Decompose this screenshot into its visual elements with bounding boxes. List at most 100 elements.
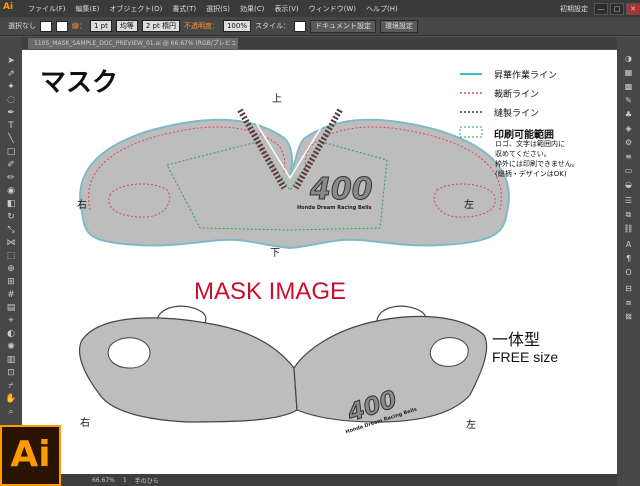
shape-builder-tool-icon[interactable]: ⊕ [4,263,18,275]
menu-view[interactable]: 表示(V) [269,4,303,14]
menu-window[interactable]: ウィンドウ(W) [304,4,361,14]
selection-status: 選択なし [8,22,36,30]
control-bar: 選択なし 線： 1 pt 均等 2 pt 楕円 不透明度： 100% スタイル：… [0,17,640,36]
preview-label-left-side: 左 [466,420,476,431]
graph-tool-icon[interactable]: ▥ [4,354,18,366]
stroke-panel-icon[interactable]: ≡ [621,151,636,163]
label-top: 上 [272,94,282,105]
width-tool-icon[interactable]: ⋈ [4,237,18,249]
menu-bar: Ai ファイル(F) 編集(E) オブジェクト(O) 書式(T) 選択(S) 効… [0,0,640,17]
pathfinder-panel-icon[interactable]: ⧈ [621,297,636,309]
illustrator-badge: Ai [0,425,61,486]
app-logo: Ai [3,2,14,12]
appearance-panel-icon[interactable]: ⚙ [621,137,636,149]
blend-tool-icon[interactable]: ◐ [4,328,18,340]
legend-label-sew: 縫製ライン [494,109,540,119]
menu-edit[interactable]: 編集(E) [71,4,105,14]
menu-file[interactable]: ファイル(F) [23,4,71,14]
mesh-tool-icon[interactable]: # [4,289,18,301]
graphic-styles-icon[interactable]: ◈ [621,123,636,135]
zoom-tool-icon[interactable]: ⌕ [4,406,18,418]
mask-preview-right-earhole [429,337,469,367]
workspace-switcher[interactable]: 初期設定 [560,4,588,14]
pen-tool-icon[interactable]: ✒ [4,107,18,119]
style-swatch[interactable] [293,20,306,32]
mask-preview-left-earhole [107,337,151,369]
lasso-tool-icon[interactable]: ◌ [4,94,18,106]
line-tool-icon[interactable]: ╲ [4,133,18,145]
page-readout[interactable]: 1 [123,477,127,484]
logo-number-flat: 400 [310,172,374,208]
artboards-panel-icon[interactable]: ⧉ [621,209,636,221]
mask-image-title: MASK IMAGE [194,278,347,305]
character-panel-icon[interactable]: A [621,239,636,251]
selection-tool-icon[interactable]: ➤ [4,55,18,67]
menu-select[interactable]: 選択(S) [201,4,235,14]
close-button[interactable]: ✕ [626,2,640,15]
menu-help[interactable]: ヘルプ(H) [361,4,403,14]
direct-selection-tool-icon[interactable]: ⇗ [4,68,18,80]
opentype-panel-icon[interactable]: O [621,267,636,279]
free-transform-tool-icon[interactable]: ⬚ [4,250,18,262]
legend-label-cut: 裁断ライン [494,90,540,100]
menu-effect[interactable]: 効果(C) [235,4,269,14]
artboard-tool-icon[interactable]: ⊡ [4,367,18,379]
preview-label-right-side: 右 [80,418,90,429]
document-settings-button[interactable]: ドキュメント設定 [309,19,376,33]
gradient-tool-icon[interactable]: ▤ [4,302,18,314]
artwork-title: マスク [40,68,119,98]
legend-box-printable [459,126,483,138]
opacity-label[interactable]: 不透明度： [184,21,219,31]
layers-panel-icon[interactable]: ☰ [621,195,636,207]
pencil-tool-icon[interactable]: ✏ [4,172,18,184]
paragraph-panel-icon[interactable]: ¶ [621,253,636,265]
label-bottom: 下 [270,248,280,259]
transparency-panel-icon[interactable]: ◒ [621,179,636,191]
color-panel-icon[interactable]: ◑ [621,53,636,65]
opacity-field[interactable]: 100% [222,20,251,32]
note-line-1: ロゴ、文字は範囲内に [495,140,565,148]
stroke-swatch[interactable] [56,20,68,32]
artboard-canvas[interactable]: マスク 上 下 右 左 昇華作業ライン 裁断ライン 縫製ライン 印刷可能範囲 ロ… [22,50,617,474]
blob-brush-tool-icon[interactable]: ◉ [4,185,18,197]
minimize-button[interactable]: — [594,2,608,15]
status-bar: 66.67% 1 手のひら [22,474,617,486]
stroke-label[interactable]: 線： [72,21,86,31]
brushes-panel-icon[interactable]: ✎ [621,95,636,107]
transform-panel-icon[interactable]: ⊠ [621,311,636,323]
current-tool-readout: 手のひら [134,477,159,485]
brush-dropdown[interactable]: 2 pt 楕円 [141,20,180,32]
eraser-tool-icon[interactable]: ◧ [4,198,18,210]
stroke-profile-dropdown[interactable]: 均等 [115,20,138,32]
perspective-grid-tool-icon[interactable]: ⊞ [4,276,18,288]
symbols-panel-icon[interactable]: ♣ [621,109,636,121]
gradient-panel-icon[interactable]: ▭ [621,165,636,177]
align-panel-icon[interactable]: ⊟ [621,283,636,295]
color-guide-icon[interactable]: ▦ [621,67,636,79]
menu-type[interactable]: 書式(T) [167,4,201,14]
rectangle-tool-icon[interactable]: □ [4,146,18,158]
hand-tool-icon[interactable]: ✋ [4,393,18,405]
eyedropper-tool-icon[interactable]: ⌖ [4,315,18,327]
swatches-panel-icon[interactable]: ▩ [621,81,636,93]
zoom-readout[interactable]: 66.67% [92,477,115,484]
style-label: スタイル： [254,22,290,30]
logo-text-flat: Honda Dream Racing Bells [297,205,372,211]
links-panel-icon[interactable]: ⛓ [621,223,636,235]
menu-object[interactable]: オブジェクト(O) [104,4,167,14]
document-tab[interactable]: 1105_MASK_SAMPLE_DOC_PREVIEW_01.ai @ 66.… [28,38,238,49]
maximize-button[interactable]: □ [610,2,624,15]
label-right-side: 右 [77,200,87,211]
panel-dock: ◑ ▦ ▩ ✎ ♣ ◈ ⚙ ≡ ▭ ◒ ☰ ⧉ ⛓ A ¶ O ⊟ ⧈ ⊠ [617,37,640,486]
mask-preview-left-body [78,317,298,423]
slice-tool-icon[interactable]: ⌿ [4,380,18,392]
rotate-tool-icon[interactable]: ↻ [4,211,18,223]
magic-wand-tool-icon[interactable]: ✦ [4,81,18,93]
paintbrush-tool-icon[interactable]: ✐ [4,159,18,171]
stroke-weight-field[interactable]: 1 pt [90,20,112,32]
scale-tool-icon[interactable]: ⤡ [4,224,18,236]
preferences-button[interactable]: 環境設定 [379,19,418,33]
symbol-sprayer-tool-icon[interactable]: ✺ [4,341,18,353]
fill-swatch[interactable] [40,20,52,32]
type-tool-icon[interactable]: T [4,120,18,132]
